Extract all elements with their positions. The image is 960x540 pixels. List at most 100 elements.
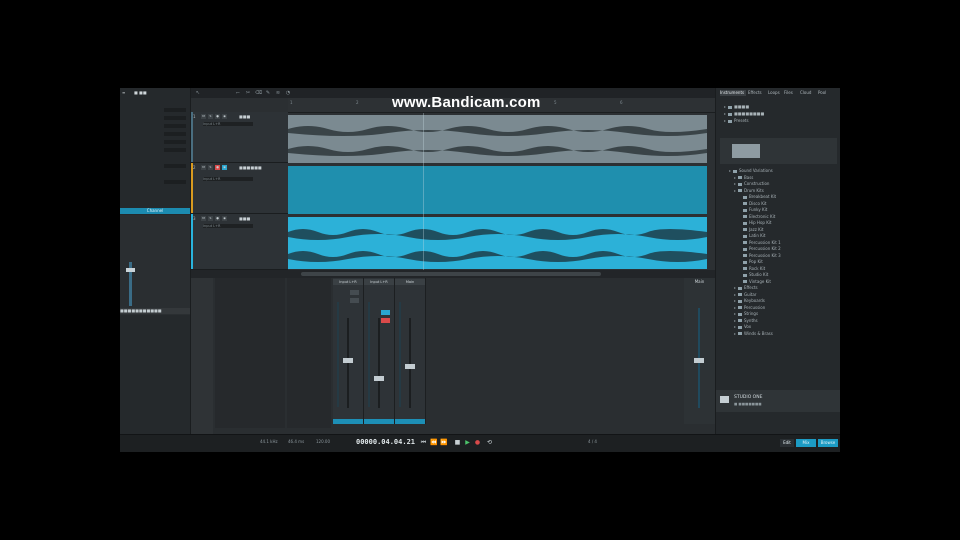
audio-event[interactable] [288,166,707,214]
browser-tree-item[interactable]: Percussion Kit 2 [739,246,781,251]
browser-tree-item[interactable]: Rock Kit [739,266,765,271]
scrollbar-thumb[interactable] [301,272,601,276]
browser-tree-item[interactable]: ▸ Strings [734,311,758,316]
mute-button[interactable]: M [201,216,206,221]
record-button[interactable]: ● [215,114,220,119]
browser-tab-files[interactable]: Files [784,90,793,96]
monitor-button[interactable]: ◉ [222,216,227,221]
track-header[interactable]: 2 M S ● ◉ ■■■■■■ Input L+R [191,163,288,214]
browser-tree-item[interactable]: Jazz Kit [739,227,763,232]
browser-tree-item[interactable]: Latin Kit [739,233,765,238]
track-input[interactable]: Input L+R [203,122,253,126]
record-transport-button[interactable]: ● [474,439,481,446]
monitor-button[interactable]: ◉ [222,165,227,170]
browser-tree-item[interactable]: ▸ Synths [734,318,758,323]
monitor-button[interactable]: ◉ [222,114,227,119]
rewind-button[interactable]: ⏪ [430,439,437,446]
browser-tree-item[interactable]: ▸ Vox [734,324,751,329]
inspector-row[interactable] [122,140,188,145]
browser-tree-item[interactable]: ▸ Drum Kits [734,188,764,193]
inspector-row[interactable] [122,108,188,113]
arrange-view[interactable] [288,113,715,270]
time-signature[interactable]: 4 / 4 [588,439,597,444]
record-button[interactable]: ● [215,216,220,221]
fast-forward-button[interactable]: ⏩ [440,439,447,446]
range-tool-icon[interactable]: ⌐ [235,90,241,96]
browser-tree-item[interactable]: ▸ ■■■■ [724,104,749,109]
audio-event[interactable] [288,217,707,269]
track-name[interactable]: ■■■ [239,114,250,119]
browser-tree-item[interactable]: ▸ Construction [734,181,769,186]
inspector-tab[interactable]: ■ ■■ [134,90,147,96]
browser-tree-item[interactable]: ▸ Presets [724,118,749,123]
channel-fader[interactable] [405,364,415,369]
record-button[interactable] [381,318,390,323]
track-input[interactable]: Input L+R [203,224,253,228]
edit-button[interactable]: Edit [780,439,794,447]
browser-tree-item[interactable]: Percussion Kit 1 [739,240,781,245]
track-name[interactable]: ■■■ [239,216,250,221]
tempo[interactable]: 120.00 [316,439,330,444]
inspector-row[interactable] [122,116,188,121]
channel-name[interactable]: Main [395,279,425,285]
erase-tool-icon[interactable]: ⌫ [255,90,262,96]
browser-tree-item[interactable]: ▸ Keyboards [734,298,765,303]
loop-button[interactable]: ⟲ [486,439,493,446]
timecode-display[interactable]: 00000.04.04.21 [356,438,415,446]
browser-tree-item[interactable]: Funky Kit [739,207,767,212]
browser-tree-item[interactable]: ▸ Winds & Brass [734,331,773,336]
inspector-row[interactable] [122,132,188,137]
channel-name[interactable]: Input L+R [364,279,394,285]
inspector-row[interactable] [122,124,188,129]
channel-fader[interactable] [343,358,353,363]
browser-tree-item[interactable]: Studio Kit [739,272,768,277]
channel-button[interactable] [350,290,359,295]
browser-tree-item[interactable]: Electronic Kit [739,214,775,219]
inspector-row[interactable] [122,164,188,169]
inspector-fader[interactable] [126,268,135,272]
browser-tree-item[interactable]: ▸ Sound Variations [729,168,773,173]
inspector-row[interactable] [122,148,188,153]
browser-tab-effects[interactable]: Effects [748,90,762,96]
track-header[interactable]: 3 M S ● ◉ ■■■ Input L+R [191,214,288,270]
browser-tree-item[interactable]: ▸ ■■■■■■■■ [724,111,764,116]
track-header[interactable]: 1 M S ● ◉ ■■■ Input L+R [191,112,288,163]
inspector-channel-header[interactable]: Channel [120,208,190,214]
return-to-zero-button[interactable]: ⏮ [420,439,427,446]
mute-button[interactable]: M [201,114,206,119]
mute-button[interactable]: M [201,165,206,170]
arrow-tool-icon[interactable]: ↖ [195,90,201,96]
browser-tree-item[interactable]: ▸ Guitar [734,292,756,297]
inspector-row[interactable] [122,180,188,185]
record-button[interactable]: ● [215,165,220,170]
split-tool-icon[interactable]: ✂ [245,90,251,96]
listen-tool-icon[interactable]: ◔ [285,90,291,96]
channel-name[interactable]: Input L+R [333,279,363,285]
mute-tool-icon[interactable]: ≋ [275,90,281,96]
browser-tab-cloud[interactable]: Cloud [800,90,811,96]
browser-tree-item[interactable]: Breakbeat Kit [739,194,776,199]
browse-button[interactable]: Browse [818,439,838,447]
play-button[interactable]: ▶ [464,439,471,446]
mix-button[interactable]: Mix [796,439,816,447]
stop-button[interactable]: ■ [454,439,461,446]
solo-button[interactable]: S [208,216,213,221]
browser-tab-instruments[interactable]: Instruments [720,90,746,96]
browser-tree-item[interactable]: Pop Kit [739,259,763,264]
browser-tree-item[interactable]: Vintage Kit [739,279,771,284]
inspector-menu-icon[interactable]: ≡ [122,90,125,96]
solo-button[interactable]: S [208,165,213,170]
monitor-button[interactable] [381,310,390,315]
browser-tab-pool[interactable]: Pool [818,90,826,96]
browser-tree-item[interactable]: Percussion Kit 3 [739,253,781,258]
playhead[interactable] [423,113,424,270]
channel-button[interactable] [350,298,359,303]
audio-event[interactable] [288,115,707,163]
browser-tab-loops[interactable]: Loops [768,90,780,96]
browser-tree-item[interactable]: ▸ Percussion [734,305,765,310]
browser-tree-item[interactable]: ▸ Bass [734,175,753,180]
solo-button[interactable]: S [208,114,213,119]
channel-fader[interactable] [374,376,384,381]
pencil-tool-icon[interactable]: ✎ [265,90,271,96]
browser-tree-item[interactable]: Disco Kit [739,201,767,206]
